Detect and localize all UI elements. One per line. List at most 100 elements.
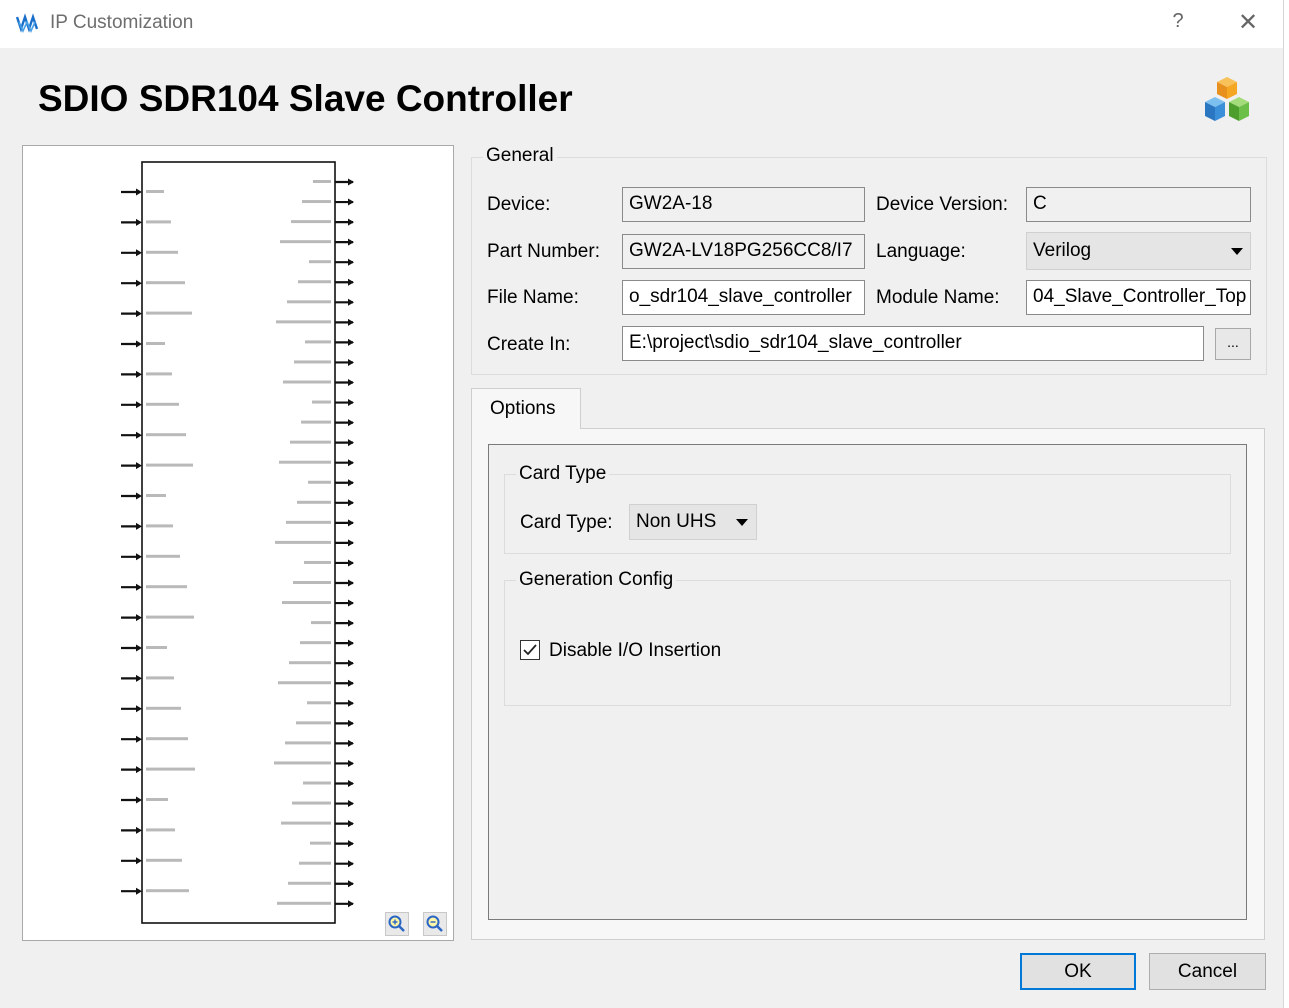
part-number-label: Part Number: <box>487 241 600 262</box>
output-port-label <box>285 741 331 745</box>
output-port-label <box>287 300 331 304</box>
part-number-field: GW2A-LV18PG256CC8/I7 <box>622 234 865 269</box>
input-port-label <box>146 889 189 893</box>
input-port-arrow <box>136 705 142 713</box>
general-group-title: General <box>483 145 557 167</box>
input-port-arrow <box>136 674 142 682</box>
input-port-label <box>146 646 167 649</box>
output-port-arrow <box>348 519 354 527</box>
output-port-arrow <box>348 419 354 427</box>
card-type-select[interactable]: Non UHS <box>629 504 757 540</box>
device-field: GW2A-18 <box>622 187 865 222</box>
output-port-label <box>290 440 331 444</box>
zoom-in-button[interactable] <box>385 912 409 936</box>
zoom-out-button[interactable] <box>423 912 447 936</box>
input-port-arrow <box>136 826 142 834</box>
gowin-logo-icon <box>16 13 38 33</box>
output-port-arrow <box>348 499 354 507</box>
input-port-label <box>146 524 173 528</box>
output-port-arrow <box>348 278 354 286</box>
input-port-label <box>146 858 182 862</box>
output-port-arrow <box>348 840 354 848</box>
create-in-field[interactable]: E:\project\sdio_sdr104_slave_controller <box>622 326 1204 361</box>
cancel-button[interactable]: Cancel <box>1149 953 1266 990</box>
output-port-arrow <box>348 178 354 186</box>
output-port-arrow <box>348 559 354 567</box>
input-port-arrow <box>136 431 142 439</box>
output-port-label <box>288 881 331 885</box>
close-button[interactable]: ✕ <box>1234 8 1262 37</box>
output-port-arrow <box>348 900 354 908</box>
browse-button[interactable]: ... <box>1215 328 1251 360</box>
disable-io-checkbox[interactable] <box>520 640 540 660</box>
ok-button[interactable]: OK <box>1020 953 1136 990</box>
input-port-label <box>146 494 166 497</box>
input-port-arrow <box>136 279 142 287</box>
output-port-arrow <box>348 659 354 667</box>
module-name-field[interactable]: 04_Slave_Controller_Top <box>1026 280 1251 315</box>
output-port-label <box>292 801 331 805</box>
input-port-arrow <box>136 249 142 257</box>
output-port-arrow <box>348 298 354 306</box>
output-port-arrow <box>348 198 354 206</box>
tab-options[interactable]: Options <box>471 388 581 429</box>
input-port-arrow <box>136 188 142 196</box>
output-port-arrow <box>348 599 354 607</box>
output-port-label <box>302 200 331 204</box>
input-port-arrow <box>136 310 142 318</box>
output-port-arrow <box>348 539 354 547</box>
output-port-label <box>298 280 331 284</box>
language-select[interactable]: Verilog <box>1026 232 1251 270</box>
output-port-arrow <box>348 218 354 226</box>
input-port-label <box>146 190 164 193</box>
output-port-label <box>276 320 331 324</box>
output-port-label <box>299 861 331 865</box>
input-port-arrow <box>136 340 142 348</box>
input-port-arrow <box>136 522 142 530</box>
output-port-arrow <box>348 759 354 767</box>
output-port-label <box>309 260 331 264</box>
create-in-label: Create In: <box>487 334 571 355</box>
input-port-label <box>146 281 185 285</box>
ip-symbol-diagram <box>121 161 354 924</box>
zoom-in-icon <box>388 915 405 932</box>
input-port-label <box>146 433 186 437</box>
ip-cubes-icon <box>1205 77 1249 121</box>
device-label: Device: <box>487 194 551 215</box>
output-port-label <box>278 681 331 685</box>
input-port-arrow <box>136 583 142 591</box>
output-port-label <box>303 781 331 785</box>
input-port-label <box>146 828 175 832</box>
input-port-label <box>146 342 165 345</box>
input-port-arrow <box>136 614 142 622</box>
input-port-arrow <box>136 462 142 470</box>
output-port-arrow <box>348 479 354 487</box>
card-type-group <box>504 474 1231 554</box>
input-port-arrow <box>136 492 142 500</box>
output-port-arrow <box>348 699 354 707</box>
input-port-label <box>146 463 193 467</box>
input-port-arrow <box>136 218 142 226</box>
help-button[interactable]: ? <box>1168 10 1188 33</box>
output-port-arrow <box>348 619 354 627</box>
output-port-label <box>308 480 331 484</box>
ip-customization-window: IP Customization ? ✕ SDIO SDR104 Slave C… <box>0 0 1283 1008</box>
language-label: Language: <box>876 241 966 262</box>
input-port-label <box>146 585 187 589</box>
output-port-label <box>274 761 331 765</box>
input-port-label <box>146 737 188 741</box>
output-port-label <box>277 901 331 905</box>
input-port-arrow <box>136 553 142 561</box>
card-type-group-title: Card Type <box>516 463 610 485</box>
file-name-field[interactable]: o_sdr104_slave_controller <box>622 280 865 315</box>
input-port-label <box>146 676 174 680</box>
output-port-label <box>294 360 331 364</box>
output-port-arrow <box>348 820 354 828</box>
output-port-label <box>275 540 331 544</box>
output-port-arrow <box>348 338 354 346</box>
input-port-arrow <box>136 370 142 378</box>
input-port-label <box>146 706 181 710</box>
output-port-arrow <box>348 639 354 647</box>
title-bar: IP Customization ? ✕ <box>0 0 1283 48</box>
card-type-label: Card Type: <box>520 512 613 533</box>
